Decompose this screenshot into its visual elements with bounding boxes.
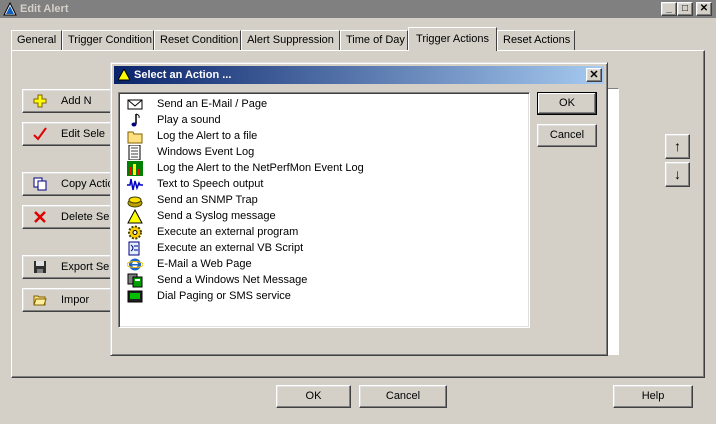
list-item-label: Send a Syslog message — [157, 210, 276, 222]
dialog-ok-button[interactable]: OK — [537, 92, 597, 115]
net-message-icon — [127, 273, 143, 288]
move-down-button[interactable]: ↓ — [665, 162, 690, 187]
tab-trigger-condition[interactable]: Trigger Condition — [62, 30, 154, 50]
list-item-label: Send an SNMP Trap — [157, 194, 258, 206]
list-item-label: Send a Windows Net Message — [157, 274, 308, 286]
close-button[interactable]: ✕ — [696, 2, 712, 16]
pager-icon — [127, 290, 143, 303]
select-action-dialog: Select an Action ... ✕ Send an E-Mail / … — [110, 62, 608, 356]
list-item-label: Send an E-Mail / Page — [157, 98, 268, 110]
alert-app-icon — [3, 2, 17, 16]
maximize-button[interactable]: □ — [677, 2, 693, 16]
import-button[interactable]: Impor — [22, 288, 118, 312]
tab-reset-condition[interactable]: Reset Condition — [154, 30, 241, 50]
add-new-action-button[interactable]: Add N — [22, 89, 118, 113]
list-item-label: Execute an external program — [157, 226, 299, 238]
warning-icon — [127, 209, 143, 224]
delete-selected-button[interactable]: Delete Sele — [22, 205, 118, 229]
list-item-label: Log the Alert to the NetPerfMon Event Lo… — [157, 162, 364, 174]
cancel-button[interactable]: Cancel — [359, 385, 447, 408]
bar-chart-icon — [127, 161, 143, 176]
list-item-label: Play a sound — [157, 114, 221, 126]
tab-time-of-day[interactable]: Time of Day — [340, 30, 408, 50]
window-titlebar[interactable]: Edit Alert _ □ ✕ — [0, 0, 716, 18]
add-new-label: Add N — [61, 95, 92, 107]
plus-icon — [33, 94, 47, 108]
save-disk-icon — [34, 261, 46, 273]
dialog-titlebar[interactable]: Select an Action ... ✕ — [114, 66, 604, 84]
warning-icon — [118, 69, 130, 81]
copy-action-button[interactable]: Copy Actio — [22, 172, 118, 196]
list-item-label: Log the Alert to a file — [157, 130, 258, 142]
list-item-label: Dial Paging or SMS service — [157, 290, 291, 302]
folder-icon — [127, 131, 143, 144]
edit-selected-button[interactable]: Edit Sele — [22, 122, 118, 146]
dialog-cancel-button[interactable]: Cancel — [537, 124, 597, 147]
move-up-button[interactable]: ↑ — [665, 134, 690, 159]
import-label: Impor — [61, 294, 90, 306]
export-selected-label: Export Sel — [61, 261, 112, 273]
internet-explorer-icon — [127, 258, 143, 271]
gear-icon — [128, 225, 142, 240]
event-log-icon — [128, 145, 141, 160]
export-selected-button[interactable]: Export Sel — [22, 255, 118, 279]
open-folder-icon — [33, 295, 47, 306]
window-title: Edit Alert — [20, 3, 69, 15]
copy-icon — [33, 177, 47, 191]
tab-general[interactable]: General — [11, 30, 62, 50]
tab-alert-suppression[interactable]: Alert Suppression — [241, 30, 340, 50]
dialog-title: Select an Action ... — [134, 69, 232, 81]
envelope-icon — [127, 99, 143, 110]
tab-reset-actions[interactable]: Reset Actions — [497, 30, 575, 50]
delete-x-icon — [34, 211, 46, 223]
tab-trigger-actions[interactable]: Trigger Actions — [408, 27, 497, 51]
list-item-label: Text to Speech output — [157, 178, 264, 190]
script-icon — [128, 241, 140, 256]
trap-icon — [127, 196, 143, 208]
dialog-close-button[interactable]: ✕ — [586, 68, 602, 82]
music-note-icon — [131, 113, 140, 127]
edit-selected-label: Edit Sele — [61, 128, 106, 140]
ok-button[interactable]: OK — [276, 385, 351, 408]
minimize-button[interactable]: _ — [661, 2, 677, 16]
check-icon — [33, 127, 47, 141]
list-item-label: Windows Event Log — [157, 146, 255, 158]
actions-listbox[interactable]: Send an E-Mail / Page Play a sound Log t… — [118, 92, 530, 328]
waveform-icon — [127, 178, 143, 191]
list-item-label: E-Mail a Web Page — [157, 258, 252, 270]
help-button[interactable]: Help — [613, 385, 693, 408]
list-item-label: Execute an external VB Script — [157, 242, 304, 254]
copy-action-label: Copy Actio — [61, 178, 114, 190]
